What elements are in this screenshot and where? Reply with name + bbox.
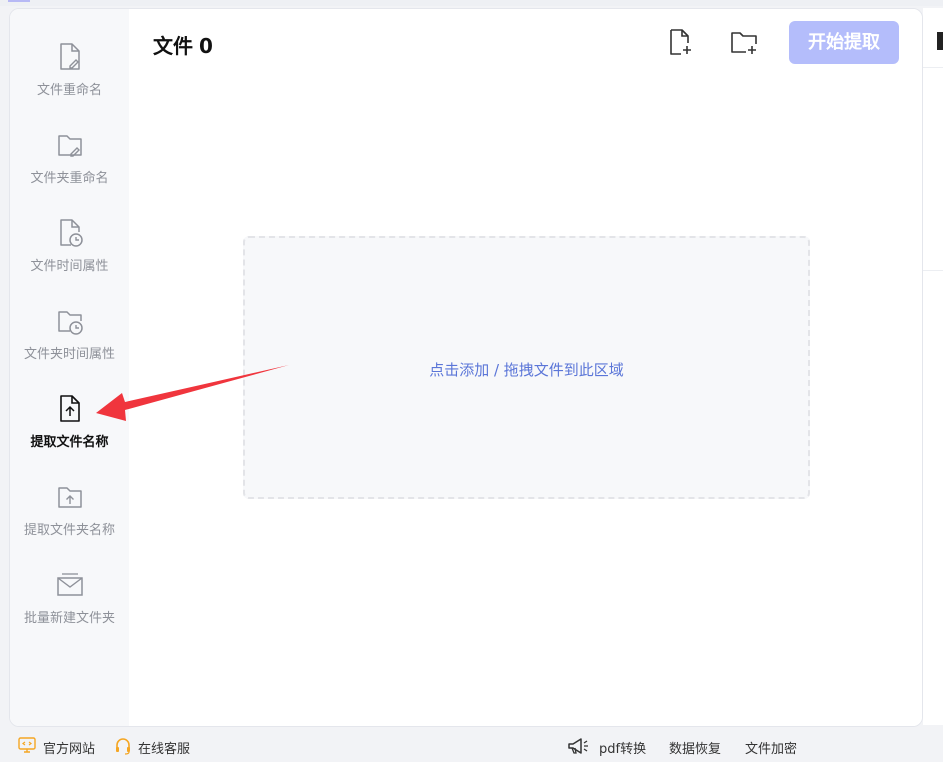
folder-edit-icon <box>58 135 82 157</box>
sidebar-item-label: 提取文件夹名称 <box>23 523 115 538</box>
sidebar: 文件重命名 文件夹重命名 文件时间属性 文件夹时间属性 提取文件名称 提取文件夹… <box>10 9 129 726</box>
sidebar-item-batch-new-folder[interactable]: 批量新建文件夹 <box>10 570 129 650</box>
app-window: 文件重命名 文件夹重命名 文件时间属性 文件夹时间属性 提取文件名称 提取文件夹… <box>9 8 923 727</box>
file-encrypt-label: 文件加密 <box>745 742 798 757</box>
sidebar-item-folder-time[interactable]: 文件夹时间属性 <box>10 306 129 386</box>
folders-stack-icon <box>57 573 83 596</box>
file-clock-icon <box>60 219 83 247</box>
add-file-button[interactable] <box>665 27 695 57</box>
add-folder-button[interactable] <box>729 27 759 57</box>
title-text: 文件 <box>153 34 193 58</box>
folder-upload-icon <box>58 487 82 508</box>
file-encrypt-link[interactable]: 文件加密 <box>745 736 805 757</box>
pdf-convert-label: pdf转换 <box>599 742 647 757</box>
folder-clock-icon <box>58 311 83 335</box>
sidebar-item-label: 文件时间属性 <box>30 259 109 274</box>
file-count: 0 <box>199 34 213 58</box>
sidebar-item-file-rename[interactable]: 文件重命名 <box>10 42 129 122</box>
online-support-label: 在线客服 <box>138 742 191 757</box>
sidebar-item-label: 文件重命名 <box>36 83 102 98</box>
megaphone-icon <box>568 738 588 754</box>
dropzone-hint: 点击添加 / 拖拽文件到此区域 <box>429 361 624 379</box>
right-panel-divider <box>923 270 943 271</box>
main-area: 文件 0 开始提取 点击添加 / 拖拽文件到此区域 <box>129 9 922 726</box>
file-dropzone[interactable]: 点击添加 / 拖拽文件到此区域 <box>243 236 810 499</box>
start-extract-button[interactable]: 开始提取 <box>789 21 899 64</box>
data-recovery-link[interactable]: 数据恢复 <box>669 736 729 757</box>
sidebar-item-folder-rename[interactable]: 文件夹重命名 <box>10 130 129 210</box>
sidebar-item-extract-file-names[interactable]: 提取文件名称 <box>10 394 129 474</box>
top-mark <box>8 0 30 2</box>
sidebar-item-label: 文件夹重命名 <box>30 171 109 186</box>
right-panel-glyph <box>937 32 943 50</box>
file-upload-icon <box>60 395 80 422</box>
monitor-icon <box>18 737 36 753</box>
pdf-convert-link[interactable]: pdf转换 <box>567 736 652 757</box>
sidebar-item-label: 文件夹时间属性 <box>23 347 115 362</box>
sidebar-item-extract-folder-names[interactable]: 提取文件夹名称 <box>10 482 129 562</box>
official-website-link[interactable]: 官方网站 <box>18 736 98 757</box>
top-strip <box>0 0 943 6</box>
file-edit-icon <box>60 43 80 70</box>
online-support-link[interactable]: 在线客服 <box>114 736 194 757</box>
sidebar-item-file-time[interactable]: 文件时间属性 <box>10 218 129 298</box>
sidebar-item-label: 提取文件名称 <box>30 435 109 450</box>
sidebar-item-label: 批量新建文件夹 <box>23 611 115 626</box>
page-title: 文件 0 <box>153 30 213 59</box>
footer-bar: 官方网站 在线客服 pdf转换 数据恢复 文件加密 <box>0 728 943 762</box>
right-panel-divider <box>923 67 943 68</box>
headset-icon <box>116 738 130 755</box>
official-website-label: 官方网站 <box>43 742 96 757</box>
right-panel <box>923 8 943 725</box>
data-recovery-label: 数据恢复 <box>669 742 722 757</box>
